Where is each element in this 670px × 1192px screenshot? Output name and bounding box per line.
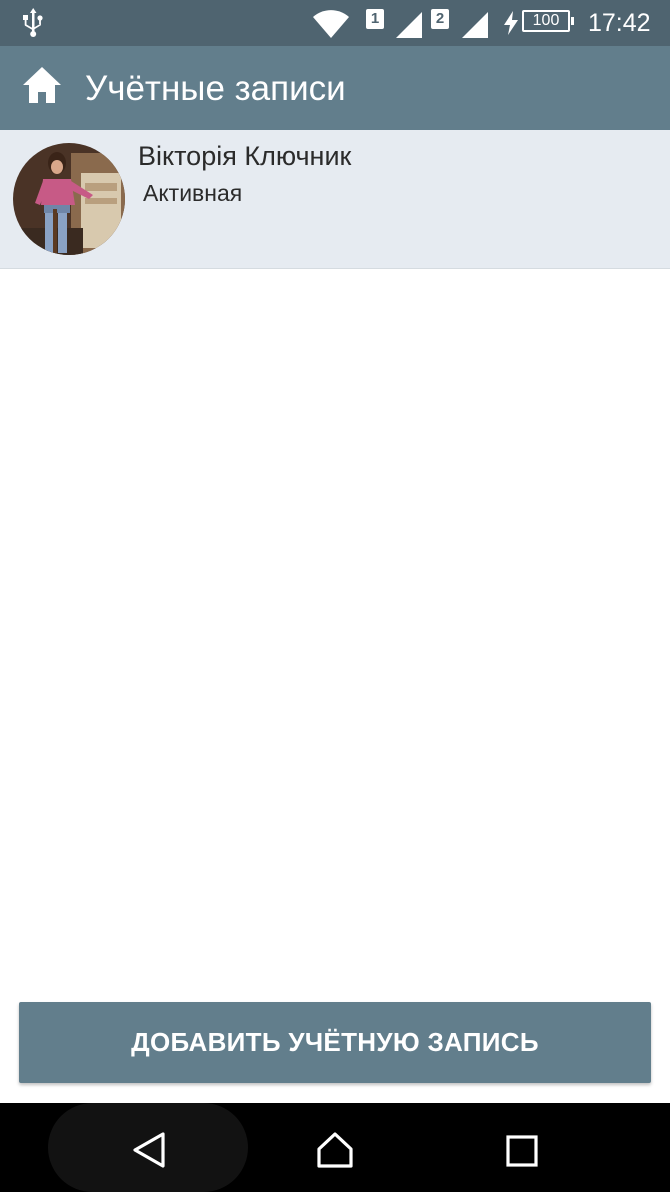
battery-icon: 100 [522, 10, 574, 32]
sim1-badge: 1 [366, 9, 384, 29]
account-status: Активная [143, 180, 243, 206]
add-account-button[interactable]: ДОБАВИТЬ УЧЁТНУЮ ЗАПИСЬ [19, 1002, 651, 1083]
navigation-bar [0, 1103, 670, 1192]
home-icon[interactable] [21, 66, 63, 109]
account-list-item[interactable]: Вікторія Ключник Активная [0, 130, 670, 269]
avatar [13, 143, 125, 255]
app-toolbar: Учётные записи [0, 46, 670, 130]
sim2-badge: 2 [431, 9, 449, 29]
status-time: 17:42 [588, 9, 651, 37]
recents-icon[interactable] [505, 1134, 539, 1173]
home-nav-icon[interactable] [315, 1131, 355, 1174]
status-bar: 1 2 100 17:42 [0, 0, 670, 46]
account-name: Вікторія Ключник [138, 141, 352, 171]
charging-icon [503, 11, 519, 40]
signal-icon [394, 12, 424, 43]
wifi-icon [312, 9, 350, 44]
signal-icon-2 [460, 12, 490, 43]
page-title: Учётные записи [85, 69, 346, 108]
back-icon[interactable] [131, 1131, 167, 1174]
usb-icon [20, 8, 46, 43]
